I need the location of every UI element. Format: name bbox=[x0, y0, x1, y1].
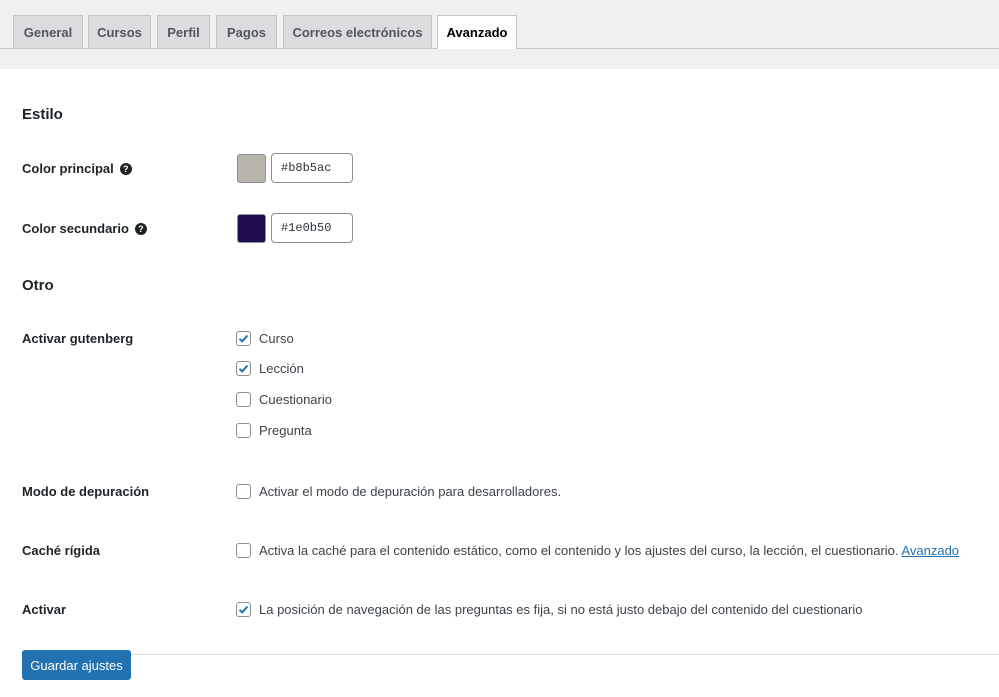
activate-label: Activar bbox=[22, 602, 67, 617]
check-icon bbox=[238, 364, 249, 373]
tab-general[interactable]: General bbox=[13, 15, 83, 48]
secondary-color-input[interactable]: #1e0b50 bbox=[271, 213, 353, 243]
cache-label: Caché rígida bbox=[22, 543, 101, 558]
primary-color-input[interactable]: #b8b5ac bbox=[271, 153, 353, 183]
checkbox-pregunta[interactable] bbox=[236, 423, 251, 438]
check-icon bbox=[238, 334, 249, 343]
primary-color-swatch[interactable] bbox=[237, 154, 266, 183]
tab-perfil[interactable]: Perfil bbox=[157, 15, 210, 48]
divider bbox=[22, 654, 999, 655]
secondary-color-label: Color secundario ? bbox=[22, 221, 147, 236]
save-button[interactable]: Guardar ajustes bbox=[22, 650, 131, 680]
settings-panel: Estilo Color principal ? #b8b5ac Color s… bbox=[0, 69, 999, 697]
checkbox-debug[interactable] bbox=[236, 484, 251, 499]
tab-bar: General Cursos Perfil Pagos Correos elec… bbox=[0, 0, 999, 69]
check-icon bbox=[238, 605, 249, 614]
checkbox-cache-label: Activa la caché para el contenido estáti… bbox=[259, 543, 959, 558]
checkbox-pregunta-label: Pregunta bbox=[259, 423, 312, 438]
cache-description: Activa la caché para el contenido estáti… bbox=[259, 543, 899, 558]
checkbox-cache[interactable] bbox=[236, 543, 251, 558]
section-title-otro: Otro bbox=[22, 277, 54, 294]
secondary-color-label-text: Color secundario bbox=[22, 221, 129, 236]
section-title-estilo: Estilo bbox=[22, 106, 63, 123]
checkbox-curso[interactable] bbox=[236, 331, 251, 346]
checkbox-activate-label: La posición de navegación de las pregunt… bbox=[259, 602, 863, 617]
tab-correos[interactable]: Correos electrónicos bbox=[283, 15, 432, 48]
question-circle-icon[interactable]: ? bbox=[119, 162, 132, 175]
primary-color-label: Color principal ? bbox=[22, 161, 132, 176]
primary-color-label-text: Color principal bbox=[22, 161, 114, 176]
gutenberg-label: Activar gutenberg bbox=[22, 331, 134, 346]
tab-cursos[interactable]: Cursos bbox=[88, 15, 151, 48]
checkbox-cuestionario-label: Cuestionario bbox=[259, 392, 332, 407]
checkbox-leccion[interactable] bbox=[236, 361, 251, 376]
secondary-color-swatch[interactable] bbox=[237, 214, 266, 243]
advanced-link[interactable]: Avanzado bbox=[901, 543, 959, 558]
tab-avanzado[interactable]: Avanzado bbox=[437, 15, 517, 49]
checkbox-cuestionario[interactable] bbox=[236, 392, 251, 407]
debug-label: Modo de depuración bbox=[22, 484, 150, 499]
checkbox-leccion-label: Lección bbox=[259, 361, 304, 376]
checkbox-debug-label: Activar el modo de depuración para desar… bbox=[259, 484, 562, 499]
checkbox-curso-label: Curso bbox=[259, 331, 294, 346]
checkbox-activate[interactable] bbox=[236, 602, 251, 617]
question-circle-icon[interactable]: ? bbox=[134, 222, 147, 235]
tab-pagos[interactable]: Pagos bbox=[216, 15, 277, 48]
